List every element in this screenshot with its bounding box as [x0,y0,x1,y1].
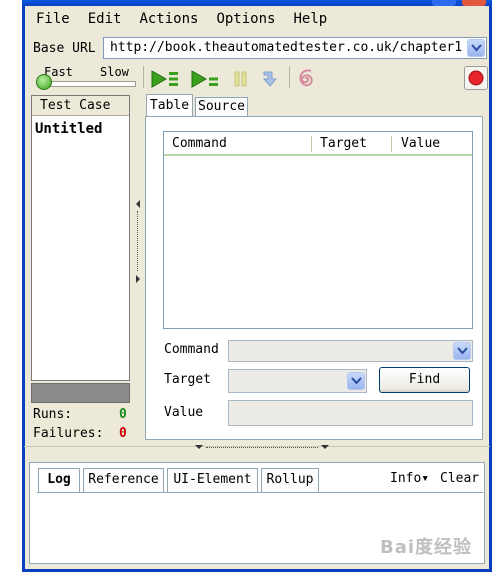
failures-label: Failures: [33,426,104,441]
vertical-splitter[interactable] [134,95,142,440]
menu-file[interactable]: File [36,11,70,27]
command-table-header: Command Target Value [164,132,472,156]
target-label: Target [164,372,211,387]
value-field[interactable] [228,400,473,426]
test-case-header[interactable]: Test Case [32,96,129,116]
progress-bar [31,383,130,403]
column-header-command[interactable]: Command [172,136,227,151]
target-combobox[interactable] [228,369,367,393]
menu-bar: File Edit Actions Options Help [36,11,345,27]
tab-ui-element[interactable]: UI-Element [167,468,258,492]
tab-rollup[interactable]: Rollup [261,468,319,492]
tab-rollup-label: Rollup [266,472,314,487]
collapse-left-icon [136,200,140,208]
collapse-down-icon [195,445,203,449]
column-divider [391,136,392,152]
info-menu-button[interactable]: Info▾ [390,471,429,486]
tab-log-label: Log [47,472,71,487]
target-dropdown-button[interactable] [347,372,365,390]
toolbar-divider [289,66,290,88]
value-label: Value [164,405,204,420]
command-table[interactable]: Command Target Value [163,131,473,329]
test-case-item[interactable]: Untitled [35,121,102,137]
toolbar-divider [143,66,144,88]
test-case-panel: Test Case Untitled [31,95,130,381]
tab-reference-label: Reference [88,472,159,487]
test-case-header-label: Test Case [40,98,111,113]
play-test-case-icon[interactable] [190,69,220,89]
menu-actions[interactable]: Actions [139,11,198,27]
failures-value: 0 [119,426,127,441]
menu-help[interactable]: Help [293,11,327,27]
expand-right-icon [136,275,140,283]
expand-up-icon [321,445,329,449]
title-bar [22,0,492,6]
close-window-button[interactable] [462,0,486,6]
clear-log-button[interactable]: Clear [440,471,479,486]
tab-source-label: Source [198,99,245,114]
speed-slider-knob[interactable] [36,74,52,90]
column-header-value[interactable]: Value [401,136,440,151]
record-button[interactable] [464,66,488,90]
splitter-grip [206,447,318,449]
tab-reference[interactable]: Reference [83,468,164,492]
pause-icon[interactable] [232,70,250,88]
base-url-label: Base URL [33,41,96,56]
tab-ui-element-label: UI-Element [173,472,252,487]
chevron-down-icon [457,347,468,355]
horizontal-splitter[interactable] [24,443,490,451]
speed-slider-track[interactable] [38,81,136,87]
play-suite-icon[interactable] [150,69,180,89]
menu-options[interactable]: Options [216,11,275,27]
chevron-down-icon [471,44,482,52]
tab-table[interactable]: Table [146,94,193,117]
step-icon[interactable] [260,69,280,89]
base-url-combobox[interactable]: http://book.theautomatedtester.co.uk/cha… [103,37,487,59]
column-divider [311,136,312,152]
tab-source[interactable]: Source [195,97,248,116]
speed-slow-label: Slow [100,65,129,79]
splitter-grip [137,211,139,271]
command-combobox[interactable] [228,340,473,362]
command-label: Command [164,342,219,357]
watermark-logo: Bai度经验 [380,537,473,558]
base-url-value: http://book.theautomatedtester.co.uk/cha… [110,40,463,55]
runs-label: Runs: [33,407,73,422]
base-url-dropdown-button[interactable] [467,39,485,57]
command-dropdown-button[interactable] [453,342,471,360]
tab-log[interactable]: Log [38,468,80,492]
find-button[interactable]: Find [379,367,470,393]
runs-value: 0 [119,407,127,422]
menu-edit[interactable]: Edit [88,11,122,27]
tab-table-label: Table [149,98,190,113]
page-margin [493,0,500,578]
maximize-window-button[interactable] [432,0,456,6]
chevron-down-icon [351,377,362,385]
rollup-swirl-icon[interactable] [296,68,318,90]
record-icon [468,70,484,86]
column-header-target[interactable]: Target [320,136,367,151]
